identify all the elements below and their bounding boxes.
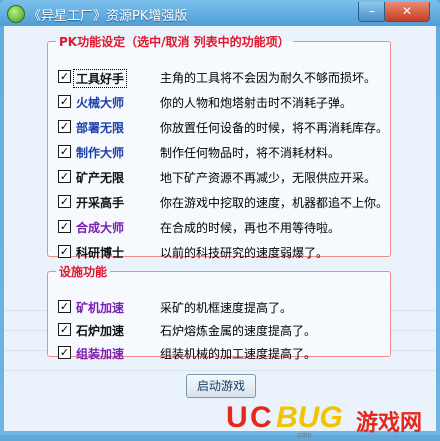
option-checkbox[interactable]: ✓ <box>58 145 71 158</box>
option-name[interactable]: 合成大师 <box>76 219 124 236</box>
option-description: 主角的工具将不会因为耐久不够而损坏。 <box>160 71 377 85</box>
site-watermark: U C BUG 游戏网 .com <box>226 401 436 441</box>
watermark-cn: 游戏网 <box>356 410 423 436</box>
option-checkbox[interactable]: ✓ <box>58 95 71 108</box>
facility-group: 设施功能 ✓ 矿机加速 采矿的机框速度提高了。 ✓ 石炉加速 石炉熔炼金属的速度提高了。 ✓… <box>47 263 391 361</box>
option-description: 地下矿产资源不再减少，无限供应开采。 <box>160 171 377 185</box>
option-checkbox[interactable]: ✓ <box>58 300 71 313</box>
option-name[interactable]: 矿产无限 <box>76 169 124 186</box>
option-name[interactable]: 科研博士 <box>76 244 124 261</box>
option-checkbox[interactable]: ✓ <box>58 120 71 133</box>
watermark-u: U <box>226 401 248 434</box>
option-row[interactable]: ✓ 矿产无限 地下矿产资源不再减少，无限供应开采。 <box>58 168 386 186</box>
watermark-url: .com <box>296 432 312 439</box>
start-game-button[interactable]: 启动游戏 <box>186 374 256 398</box>
close-button[interactable]: ✕ <box>384 2 430 22</box>
option-description: 在合成的时候，再也不用等待啦。 <box>160 221 341 235</box>
option-checkbox[interactable]: ✓ <box>58 170 71 183</box>
option-row[interactable]: ✓ 开采高手 你在游戏中挖取的速度，机器都追不上你。 <box>58 193 389 211</box>
option-name[interactable]: 部署无限 <box>76 119 124 136</box>
option-description: 组装机械的加工速度提高了。 <box>160 347 317 361</box>
client-area: PK功能设定（选中/取消 列表中的功能项） ✓ 工具好手 主角的工具将不会因为耐久不… <box>4 26 436 439</box>
window-title: 《异星工厂》资源PK增强版 <box>28 9 188 24</box>
option-row[interactable]: ✓ 矿机加速 采矿的机框速度提高了。 <box>58 298 386 316</box>
option-row[interactable]: ✓ 组装加速 组装机械的加工速度提高了。 <box>58 344 386 362</box>
option-checkbox[interactable]: ✓ <box>58 195 71 208</box>
pk-settings-group: PK功能设定（选中/取消 列表中的功能项） ✓ 工具好手 主角的工具将不会因为耐久不… <box>47 33 391 260</box>
option-name[interactable]: 石炉加速 <box>76 322 124 339</box>
option-checkbox[interactable]: ✓ <box>58 346 71 359</box>
option-row[interactable]: ✓ 石炉加速 石炉熔炼金属的速度提高了。 <box>58 321 386 339</box>
option-row[interactable]: ✓ 科研博士 以前的科技研究的速度弱爆了。 <box>58 243 386 261</box>
option-description: 石炉熔炼金属的速度提高了。 <box>160 324 317 338</box>
option-description: 你在游戏中挖取的速度，机器都追不上你。 <box>160 196 389 210</box>
option-name[interactable]: 制作大师 <box>76 144 124 161</box>
facility-legend: 设施功能 <box>59 265 108 279</box>
minimize-button[interactable]: – <box>358 2 386 22</box>
option-checkbox[interactable]: ✓ <box>58 70 71 83</box>
option-name[interactable]: 矿机加速 <box>76 299 124 316</box>
option-name[interactable]: 开采高手 <box>76 194 124 211</box>
option-description: 制作任何物品时，将不消耗材料。 <box>160 146 341 160</box>
option-row[interactable]: ✓ 制作大师 制作任何物品时，将不消耗材料。 <box>58 143 386 161</box>
option-description: 你的人物和炮塔射击时不消耗子弹。 <box>160 96 353 110</box>
option-row[interactable]: ✓ 火械大师 你的人物和炮塔射击时不消耗子弹。 <box>58 93 386 111</box>
option-name[interactable]: 组装加速 <box>76 345 124 362</box>
option-row[interactable]: ✓ 合成大师 在合成的时候，再也不用等待啦。 <box>58 218 386 236</box>
title-bar[interactable]: 《异星工厂》资源PK增强版 – ✕ <box>0 0 440 26</box>
option-description: 你放置任何设备的时候，将不再消耗库存。 <box>160 121 389 135</box>
watermark-c: C <box>250 401 272 434</box>
option-name[interactable]: 工具好手 <box>73 69 128 88</box>
option-row[interactable]: ✓ 工具好手 主角的工具将不会因为耐久不够而损坏。 <box>58 68 386 88</box>
option-description: 以前的科技研究的速度弱爆了。 <box>160 246 329 260</box>
app-window: 《异星工厂》资源PK增强版 – ✕ PK功能设定（选中/取消 列表中的功能项） … <box>0 0 440 439</box>
option-checkbox[interactable]: ✓ <box>58 220 71 233</box>
option-description: 采矿的机框速度提高了。 <box>160 301 293 315</box>
pk-settings-legend: PK功能设定（选中/取消 列表中的功能项） <box>59 35 290 49</box>
option-row[interactable]: ✓ 部署无限 你放置任何设备的时候，将不再消耗库存。 <box>58 118 389 136</box>
option-checkbox[interactable]: ✓ <box>58 245 71 258</box>
option-name[interactable]: 火械大师 <box>76 94 124 111</box>
option-checkbox[interactable]: ✓ <box>58 323 71 336</box>
watermark-bug: BUG <box>276 401 343 434</box>
app-icon <box>7 5 25 23</box>
